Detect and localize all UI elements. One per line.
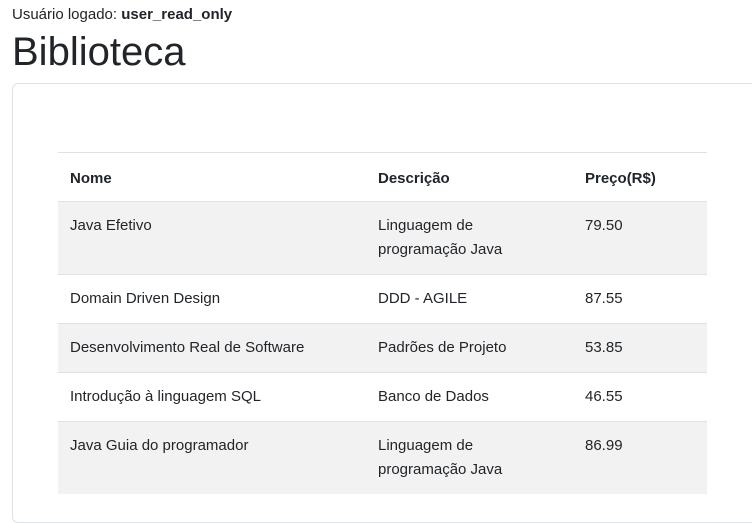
- books-table-header: Nome Descrição Preço(R$): [58, 152, 707, 202]
- table-row: Desenvolvimento Real de Software Padrões…: [58, 323, 707, 373]
- table-row: Introdução à linguagem SQL Banco de Dado…: [58, 372, 707, 422]
- logged-user-line: Usuário logado: user_read_only: [12, 5, 232, 25]
- cell-nome: Domain Driven Design: [70, 290, 221, 307]
- cell-nome: Desenvolvimento Real de Software: [70, 339, 305, 356]
- cell-nome: Java Guia do programador: [70, 437, 249, 454]
- books-table: Nome Descrição Preço(R$) Java Efetivo Li…: [58, 152, 707, 494]
- column-header-preco: Preço(R$): [585, 170, 656, 187]
- header-row: Nome Descrição Preço(R$): [58, 152, 707, 202]
- cell-nome: Java Efetivo: [70, 217, 152, 234]
- cell-descricao: DDD - AGILE: [378, 290, 468, 307]
- cell-preco: 79.50: [585, 217, 623, 234]
- table-row: Java Guia do programador Linguagem de pr…: [58, 421, 707, 494]
- logged-user-name: user_read_only: [121, 6, 233, 23]
- cell-descricao: Linguagem de programação Java: [378, 217, 503, 258]
- cell-nome: Introdução à linguagem SQL: [70, 388, 261, 405]
- column-header-descricao: Descrição: [378, 170, 450, 187]
- column-header-nome: Nome: [70, 170, 112, 187]
- cell-descricao: Padrões de Projeto: [378, 339, 507, 356]
- table-row: Java Efetivo Linguagem de programação Ja…: [58, 201, 707, 275]
- books-card: Nome Descrição Preço(R$) Java Efetivo Li…: [12, 83, 752, 523]
- cell-preco: 87.55: [585, 290, 623, 307]
- cell-descricao: Banco de Dados: [378, 388, 489, 405]
- cell-preco: 46.55: [585, 388, 623, 405]
- table-row: Domain Driven Design DDD - AGILE 87.55: [58, 274, 707, 324]
- cell-descricao: Linguagem de programação Java: [378, 437, 503, 478]
- cell-preco: 53.85: [585, 339, 623, 356]
- books-table-body: Java Efetivo Linguagem de programação Ja…: [58, 201, 707, 494]
- cell-preco: 86.99: [585, 437, 623, 454]
- page-title: Biblioteca: [12, 30, 186, 74]
- logged-user-label: Usuário logado:: [12, 6, 118, 23]
